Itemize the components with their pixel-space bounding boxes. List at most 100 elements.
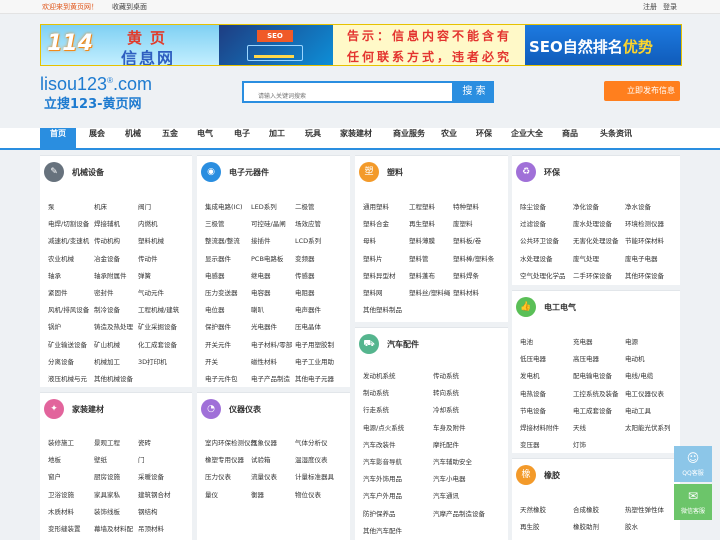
- category-link[interactable]: 瓷砖: [138, 437, 151, 447]
- nav-tab-11[interactable]: 环保: [471, 128, 497, 148]
- category-link[interactable]: 传动机构: [94, 235, 120, 245]
- nav-tab-8[interactable]: 家装建材: [333, 128, 379, 148]
- category-link[interactable]: 传感器: [295, 270, 315, 280]
- category-link[interactable]: 衡器: [251, 489, 264, 499]
- category-link[interactable]: 地板: [48, 454, 61, 464]
- category-link[interactable]: 其他电子元器: [295, 373, 334, 383]
- category-link[interactable]: 转向系统: [433, 387, 459, 397]
- site-logo[interactable]: lisou123®.com 立搜123-黄页网: [40, 74, 152, 114]
- category-link[interactable]: 量仪: [205, 489, 218, 499]
- category-link[interactable]: 母料: [363, 235, 376, 245]
- category-link[interactable]: 弹簧: [138, 270, 151, 280]
- category-link[interactable]: 塑料异型材: [363, 270, 396, 280]
- category-link[interactable]: 制动系统: [363, 387, 389, 397]
- nav-tab-0[interactable]: 首页: [40, 128, 76, 148]
- nav-tab-6[interactable]: 加工: [262, 128, 292, 148]
- nav-tab-9[interactable]: 商业服务: [386, 128, 432, 148]
- category-link[interactable]: 场效应管: [295, 218, 321, 228]
- category-link[interactable]: 电线/电缆: [625, 370, 653, 380]
- category-link[interactable]: 密封件: [94, 287, 114, 297]
- category-link[interactable]: 电容器: [251, 287, 271, 297]
- category-link[interactable]: 塑料丝/塑料绳: [409, 287, 450, 297]
- category-link[interactable]: 化工成套设备: [138, 339, 177, 349]
- category-link[interactable]: 汽车外饰用品: [363, 473, 402, 483]
- category-link[interactable]: 电位器: [205, 304, 225, 314]
- category-link[interactable]: 充电器: [573, 336, 593, 346]
- category-link[interactable]: 计量标准器具: [295, 471, 334, 481]
- category-link[interactable]: 可控硅/晶闸: [251, 218, 286, 228]
- category-link[interactable]: 汽车改装件: [363, 439, 396, 449]
- search-input[interactable]: [244, 87, 444, 106]
- category-link[interactable]: 轴承附属件: [94, 270, 127, 280]
- category-link[interactable]: 气体分析仪: [295, 437, 328, 447]
- nav-tab-4[interactable]: 电气: [190, 128, 220, 148]
- category-link[interactable]: 发动机系统: [363, 370, 396, 380]
- category-link[interactable]: 橡胶助剂: [573, 521, 599, 531]
- category-link[interactable]: 二手环保设备: [573, 270, 612, 280]
- publish-info-button[interactable]: 立即发布信息: [604, 81, 680, 101]
- nav-tab-3[interactable]: 五金: [155, 128, 185, 148]
- nav-tab-14[interactable]: 头条资讯: [594, 128, 638, 148]
- category-link[interactable]: 木质材料: [48, 506, 74, 516]
- category-link[interactable]: 内燃机: [138, 218, 158, 228]
- category-link[interactable]: 电感器: [205, 270, 225, 280]
- category-link[interactable]: 汽车影音导航: [363, 456, 402, 466]
- category-link[interactable]: 矿山机械: [94, 339, 120, 349]
- category-link[interactable]: 车身及附件: [433, 422, 466, 432]
- category-link[interactable]: 矿业输送设备: [48, 339, 87, 349]
- category-link[interactable]: 锅炉: [48, 321, 61, 331]
- category-link[interactable]: 厨房设施: [94, 471, 120, 481]
- category-link[interactable]: 喇叭: [251, 304, 264, 314]
- category-link[interactable]: 接插件: [251, 235, 271, 245]
- category-link[interactable]: 废电子电器: [625, 253, 658, 263]
- add-to-desktop-link[interactable]: 收藏到桌面: [112, 0, 147, 14]
- category-link[interactable]: 风机/排风设备: [48, 304, 89, 314]
- category-link[interactable]: 流量仪表: [251, 471, 277, 481]
- category-link[interactable]: 气动元件: [138, 287, 164, 297]
- category-link[interactable]: 冶金设备: [94, 253, 120, 263]
- category-link[interactable]: 电池: [520, 336, 533, 346]
- category-link[interactable]: 机床: [94, 201, 107, 211]
- category-link[interactable]: 二极管: [295, 201, 315, 211]
- category-link[interactable]: 节能环保材料: [625, 235, 664, 245]
- category-link[interactable]: 发电机: [520, 370, 540, 380]
- category-link[interactable]: 紧固件: [48, 287, 68, 297]
- wechat-service-button[interactable]: ✉ 微信客服: [674, 484, 712, 520]
- category-link[interactable]: 电源/点火系统: [363, 422, 404, 432]
- category-link[interactable]: 电动机: [625, 353, 645, 363]
- category-link[interactable]: 塑料网: [363, 287, 383, 297]
- category-link[interactable]: 塑料焊条: [453, 270, 479, 280]
- category-link[interactable]: 废塑料: [453, 218, 473, 228]
- category-link[interactable]: 工控系统及装备: [573, 388, 619, 398]
- category-link[interactable]: 环境检测仪器: [625, 218, 664, 228]
- category-link[interactable]: 开关: [205, 356, 218, 366]
- category-link[interactable]: 汽车户外用品: [363, 490, 402, 500]
- category-link[interactable]: 压电晶体: [295, 321, 321, 331]
- category-link[interactable]: 公共环卫设备: [520, 235, 559, 245]
- register-link[interactable]: 注册: [643, 0, 657, 14]
- nav-tab-10[interactable]: 农业: [436, 128, 462, 148]
- category-link[interactable]: 胶水: [625, 521, 638, 531]
- category-link[interactable]: 汽车通讯: [433, 490, 459, 500]
- category-link[interactable]: 空气处理化学品: [520, 270, 566, 280]
- category-link[interactable]: 阀门: [138, 201, 151, 211]
- category-link[interactable]: 其他机械设备: [94, 373, 133, 383]
- category-link[interactable]: 液压机械与元: [48, 373, 87, 383]
- category-link[interactable]: 压力变送器: [205, 287, 238, 297]
- category-link[interactable]: 电子元件包: [205, 373, 238, 383]
- category-link[interactable]: 电焊/切割设备: [48, 218, 89, 228]
- category-link[interactable]: 冷却系统: [433, 404, 459, 414]
- category-link[interactable]: 卫浴设施: [48, 489, 74, 499]
- category-link[interactable]: 电热设备: [520, 388, 546, 398]
- category-link[interactable]: 天线: [573, 422, 586, 432]
- category-link[interactable]: 塑料薄膜: [409, 235, 435, 245]
- category-link[interactable]: 矿业采掘设备: [138, 321, 177, 331]
- nav-tab-12[interactable]: 企业大全: [507, 128, 547, 148]
- category-link[interactable]: 塑料机械: [138, 235, 164, 245]
- category-link[interactable]: 装修施工: [48, 437, 74, 447]
- category-link[interactable]: 壁纸: [94, 454, 107, 464]
- category-link[interactable]: 再生塑料: [409, 218, 435, 228]
- nav-tab-7[interactable]: 玩具: [298, 128, 328, 148]
- category-link[interactable]: 天然橡胶: [520, 504, 546, 514]
- category-link[interactable]: 焊接材料附件: [520, 422, 559, 432]
